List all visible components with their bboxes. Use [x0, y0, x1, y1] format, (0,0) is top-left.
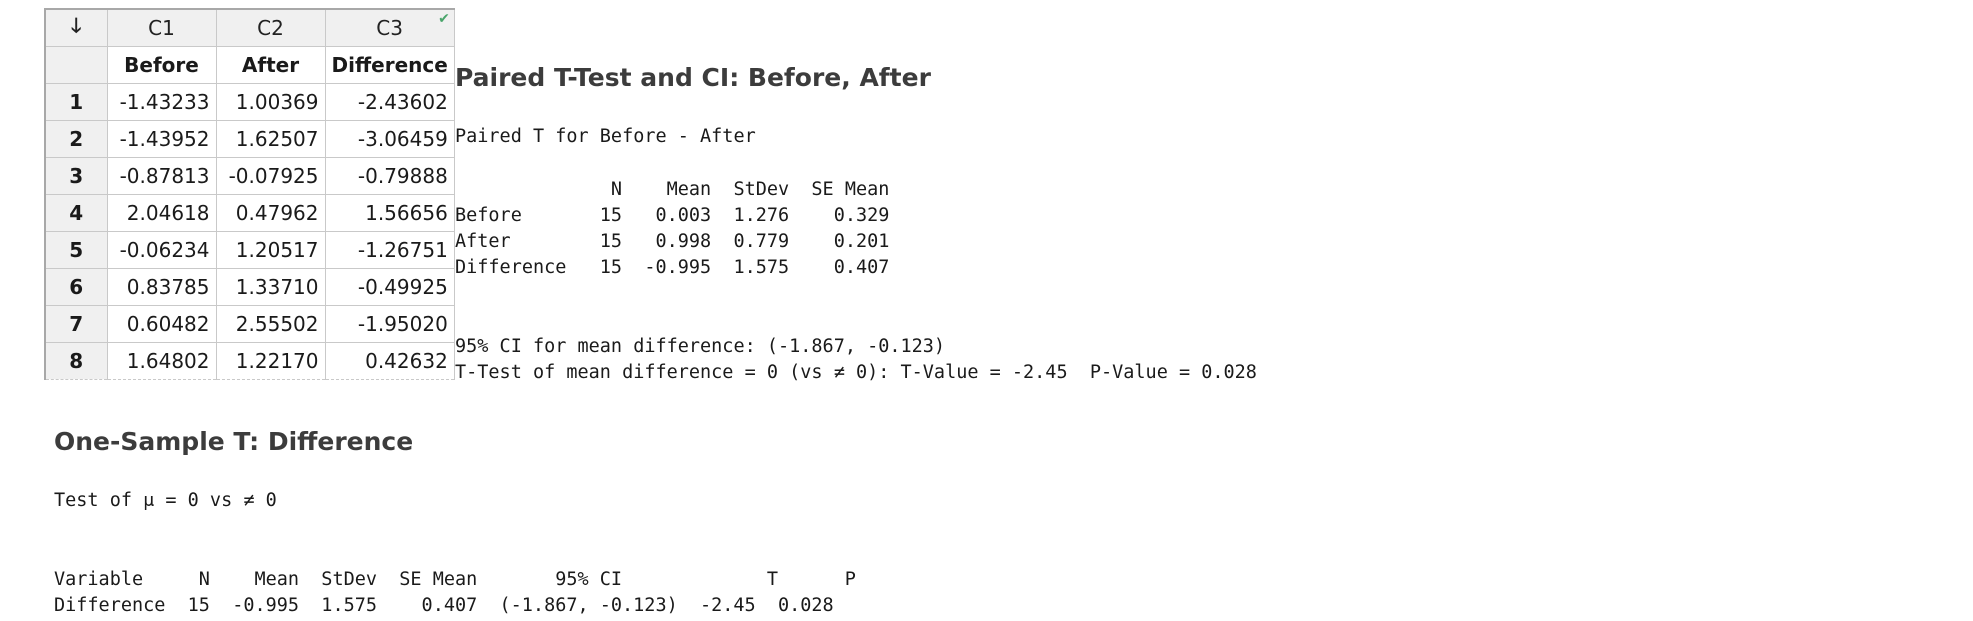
column-id-row: 🡓 C1 C2 C3 ✔	[44, 8, 455, 47]
cell-before[interactable]: 2.04618	[106, 193, 217, 232]
cell-before[interactable]: -0.06234	[106, 230, 217, 269]
row-number[interactable]: 6	[44, 267, 108, 306]
corner-cell[interactable]: 🡓	[44, 8, 108, 47]
cell-before[interactable]: -1.43952	[106, 119, 217, 158]
column-name-difference[interactable]: Difference	[324, 45, 455, 84]
table-row: 7 0.60482 2.55502 -1.95020	[44, 304, 455, 343]
column-id-c3[interactable]: C3 ✔	[324, 8, 455, 47]
cell-before[interactable]: 0.60482	[106, 304, 217, 343]
one-sample-table-row: Difference 15 -0.995 1.575 0.407 (-1.867…	[54, 595, 834, 616]
cell-before[interactable]: 1.64802	[106, 341, 217, 380]
cell-difference[interactable]: 1.56656	[324, 193, 455, 232]
cell-after[interactable]: 0.47962	[215, 193, 326, 232]
cell-after[interactable]: 1.20517	[215, 230, 326, 269]
row-number[interactable]: 8	[44, 341, 108, 380]
paired-test-row-before: Before 15 0.003 1.276 0.329	[455, 205, 890, 226]
table-row: 6 0.83785 1.33710 -0.49925	[44, 267, 455, 306]
row-number[interactable]: 5	[44, 230, 108, 269]
cell-after[interactable]: 1.00369	[215, 82, 326, 121]
paired-test-table-header: N Mean StDev SE Mean	[455, 179, 890, 200]
paired-test-title: Paired T-Test and CI: Before, After	[455, 63, 931, 92]
paired-test-ttest-line: T-Test of mean difference = 0 (vs ≠ 0): …	[455, 362, 1257, 383]
table-row: 2 -1.43952 1.62507 -3.06459	[44, 119, 455, 158]
cell-difference[interactable]: -1.26751	[324, 230, 455, 269]
column-id-c1[interactable]: C1	[106, 8, 217, 47]
column-name-before[interactable]: Before	[106, 45, 217, 84]
one-sample-table-header: Variable N Mean StDev SE Mean 95% CI T P	[54, 569, 856, 590]
table-row: 1 -1.43233 1.00369 -2.43602	[44, 82, 455, 121]
column-name-row-header	[44, 45, 108, 84]
row-number[interactable]: 4	[44, 193, 108, 232]
table-row: 4 2.04618 0.47962 1.56656	[44, 193, 455, 232]
paired-test-ci-line: 95% CI for mean difference: (-1.867, -0.…	[455, 336, 946, 357]
cell-difference[interactable]: -3.06459	[324, 119, 455, 158]
cell-after[interactable]: -0.07925	[215, 156, 326, 195]
column-id-c2[interactable]: C2	[215, 8, 326, 47]
cell-after[interactable]: 1.62507	[215, 119, 326, 158]
paired-test-row-after: After 15 0.998 0.779 0.201	[455, 231, 890, 252]
row-number[interactable]: 3	[44, 156, 108, 195]
cell-before[interactable]: -0.87813	[106, 156, 217, 195]
worksheet-grid: 🡓 C1 C2 C3 ✔ Before After Difference 1 -1…	[44, 8, 455, 380]
paired-test-row-difference: Difference 15 -0.995 1.575 0.407	[455, 257, 890, 278]
cell-after[interactable]: 1.33710	[215, 267, 326, 306]
one-sample-test-line: Test of μ = 0 vs ≠ 0	[54, 490, 277, 511]
cell-difference[interactable]: -0.79888	[324, 156, 455, 195]
check-icon: ✔	[438, 11, 450, 27]
cell-difference[interactable]: -1.95020	[324, 304, 455, 343]
row-number[interactable]: 1	[44, 82, 108, 121]
table-row: 8 1.64802 1.22170 0.42632	[44, 341, 455, 380]
one-sample-title: One-Sample T: Difference	[54, 427, 414, 456]
row-number[interactable]: 2	[44, 119, 108, 158]
cell-before[interactable]: 0.83785	[106, 267, 217, 306]
column-name-after[interactable]: After	[215, 45, 326, 84]
cell-after[interactable]: 1.22170	[215, 341, 326, 380]
cell-after[interactable]: 2.55502	[215, 304, 326, 343]
cell-difference[interactable]: -0.49925	[324, 267, 455, 306]
column-name-row: Before After Difference	[44, 45, 455, 84]
table-row: 5 -0.06234 1.20517 -1.26751	[44, 230, 455, 269]
cell-difference[interactable]: -2.43602	[324, 82, 455, 121]
paired-test-subtitle: Paired T for Before - After	[455, 126, 756, 147]
column-id-c3-label: C3	[376, 15, 403, 40]
table-row: 3 -0.87813 -0.07925 -0.79888	[44, 156, 455, 195]
row-number[interactable]: 7	[44, 304, 108, 343]
cell-before[interactable]: -1.43233	[106, 82, 217, 121]
cell-difference[interactable]: 0.42632	[324, 341, 455, 380]
down-arrow-icon: 🡓	[71, 12, 82, 37]
